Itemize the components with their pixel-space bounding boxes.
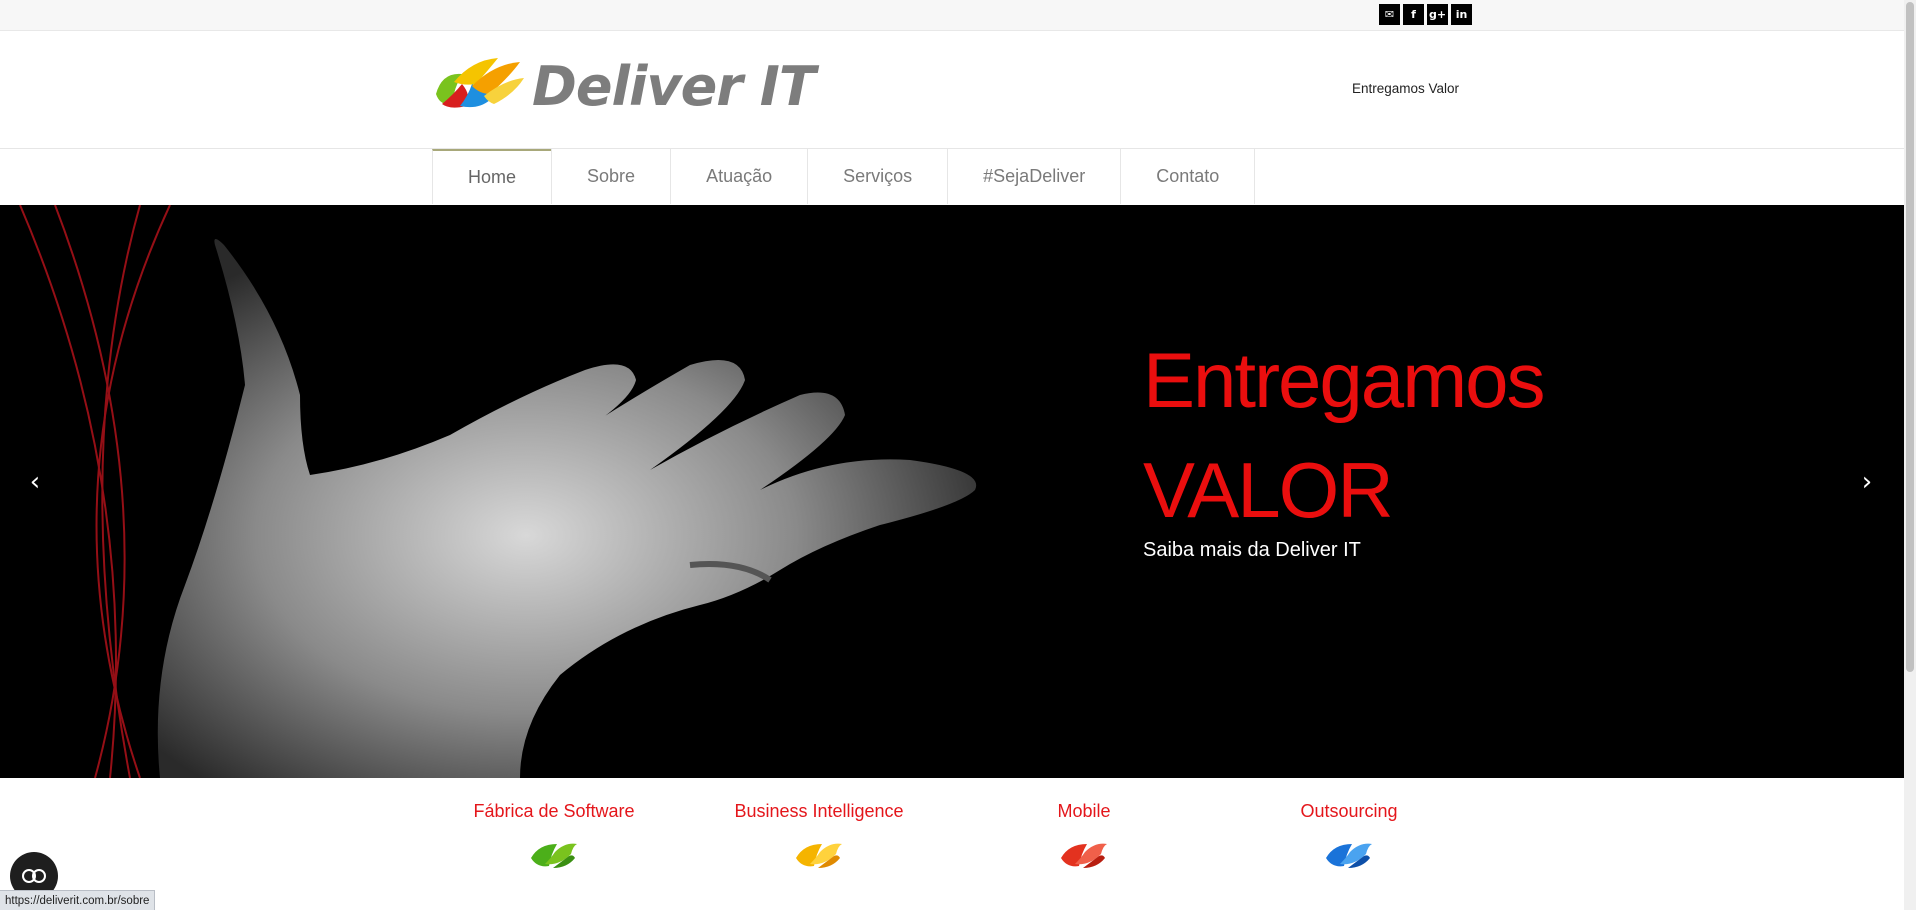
logo-hand-icon — [436, 58, 524, 108]
nav-item-home[interactable]: Home — [432, 149, 552, 204]
nav-item-sobre[interactable]: Sobre — [551, 149, 670, 204]
service-title: Mobile — [1057, 801, 1111, 821]
nav-item-atuacao[interactable]: Atuação — [670, 149, 807, 204]
service-business-intelligence[interactable]: Business Intelligence — [719, 801, 919, 872]
logo-text: Deliver IT — [532, 54, 816, 118]
page-scrollbar[interactable] — [1904, 0, 1916, 910]
browser-status-url: https://deliverit.com.br/sobre — [0, 890, 156, 910]
header-tagline: Entregamos Valor — [1351, 81, 1459, 96]
service-outsourcing[interactable]: Outsourcing — [1249, 801, 1449, 872]
nav-item-sejadeliver[interactable]: #SejaDeliver — [947, 149, 1120, 204]
top-bar: ✉ f g+ in — [0, 0, 1904, 31]
chevron-left-icon[interactable]: ‹ — [20, 467, 50, 497]
hero-title: Entregamos VALOR — [1143, 325, 1546, 545]
site-header: Deliver IT Entregamos Valor — [0, 31, 1904, 149]
chevron-right-icon[interactable]: › — [1852, 467, 1882, 497]
hero-slider: Entregamos VALOR Saiba mais da Deliver I… — [0, 205, 1904, 778]
red-hand-icon — [1061, 843, 1107, 868]
service-mobile[interactable]: Mobile — [984, 801, 1184, 872]
blue-hand-icon — [1326, 843, 1372, 868]
hero-subtitle-link[interactable]: Saiba mais da Deliver IT — [1143, 539, 1361, 562]
email-icon[interactable]: ✉ — [1379, 4, 1400, 25]
service-fabrica-software[interactable]: Fábrica de Software — [454, 801, 654, 872]
hero-title-line2: VALOR — [1143, 446, 1394, 534]
facebook-icon[interactable]: f — [1403, 4, 1424, 25]
green-hand-icon — [531, 843, 577, 868]
yellow-hand-icon — [796, 843, 842, 868]
hero-title-line1: Entregamos — [1143, 336, 1546, 424]
site-logo[interactable]: Deliver IT — [432, 51, 816, 121]
hero-image — [19, 205, 977, 778]
scrollbar-thumb[interactable] — [1906, 2, 1914, 672]
main-nav: Home Sobre Atuação Serviços #SejaDeliver… — [432, 149, 1256, 204]
infinity-link-icon — [22, 869, 46, 883]
service-title: Business Intelligence — [734, 801, 904, 821]
nav-item-contato[interactable]: Contato — [1120, 149, 1256, 204]
service-title: Fábrica de Software — [473, 801, 635, 821]
linkedin-icon[interactable]: in — [1451, 4, 1472, 25]
google-plus-icon[interactable]: g+ — [1427, 4, 1448, 25]
social-links: ✉ f g+ in — [1379, 4, 1472, 25]
service-title: Outsourcing — [1300, 801, 1398, 821]
nav-item-servicos[interactable]: Serviços — [807, 149, 947, 204]
services-row: Fábrica de Software Business Intelligenc… — [0, 779, 1904, 910]
